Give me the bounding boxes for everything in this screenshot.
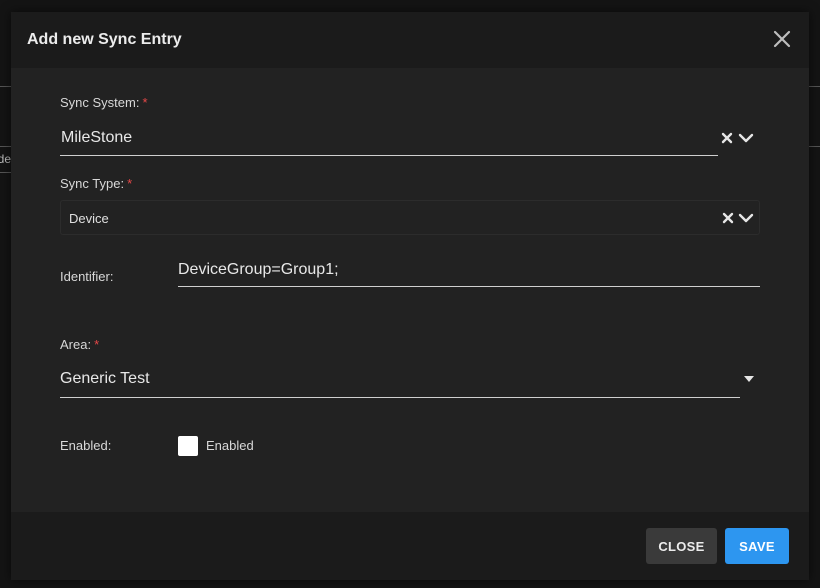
required-marker: * bbox=[142, 95, 148, 110]
area-label: Area: * bbox=[60, 337, 99, 352]
close-button[interactable]: CLOSE bbox=[646, 528, 717, 564]
clear-x-icon[interactable] bbox=[722, 212, 734, 224]
sync-system-select[interactable]: MileStone bbox=[60, 118, 718, 156]
enabled-label: Enabled: bbox=[60, 438, 112, 453]
identifier-value: DeviceGroup=Group1; bbox=[178, 261, 339, 278]
area-label-text: Area: bbox=[60, 337, 92, 352]
required-marker: * bbox=[94, 337, 100, 352]
identifier-input[interactable]: DeviceGroup=Group1; bbox=[178, 252, 760, 287]
identifier-label: Identifier: bbox=[60, 269, 114, 284]
background-divider bbox=[0, 172, 11, 173]
add-sync-entry-dialog: Add new Sync Entry Sync System: * MileSto… bbox=[11, 12, 809, 580]
background-column-header: Ide bbox=[0, 152, 11, 166]
area-select[interactable]: Generic Test bbox=[60, 360, 740, 398]
background-divider bbox=[0, 86, 11, 87]
save-button[interactable]: SAVE bbox=[725, 528, 789, 564]
area-value: Generic Test bbox=[60, 370, 150, 387]
enabled-checkbox[interactable] bbox=[178, 436, 198, 456]
chevron-down-icon[interactable] bbox=[738, 212, 754, 224]
dialog-title: Add new Sync Entry bbox=[27, 31, 182, 48]
enabled-checkbox-label[interactable]: Enabled bbox=[206, 438, 254, 453]
clear-x-icon[interactable] bbox=[721, 132, 733, 144]
sync-system-label-text: Sync System: bbox=[60, 95, 140, 110]
close-icon[interactable] bbox=[771, 28, 793, 50]
dialog-header: Add new Sync Entry bbox=[11, 12, 809, 68]
dialog-footer: CLOSE SAVE bbox=[11, 512, 809, 580]
sync-system-label: Sync System: * bbox=[60, 95, 148, 110]
chevron-down-icon[interactable] bbox=[738, 132, 754, 144]
sync-type-value: Device bbox=[69, 211, 109, 226]
sync-system-value: MileStone bbox=[61, 129, 133, 146]
background-divider bbox=[809, 86, 820, 87]
caret-down-icon[interactable] bbox=[743, 375, 755, 383]
sync-type-label-text: Sync Type: bbox=[60, 176, 125, 191]
background-divider bbox=[809, 146, 820, 147]
required-marker: * bbox=[127, 176, 133, 191]
sync-type-label: Sync Type: * bbox=[60, 176, 132, 191]
sync-type-select[interactable]: Device bbox=[60, 200, 760, 235]
background-divider bbox=[0, 146, 11, 147]
